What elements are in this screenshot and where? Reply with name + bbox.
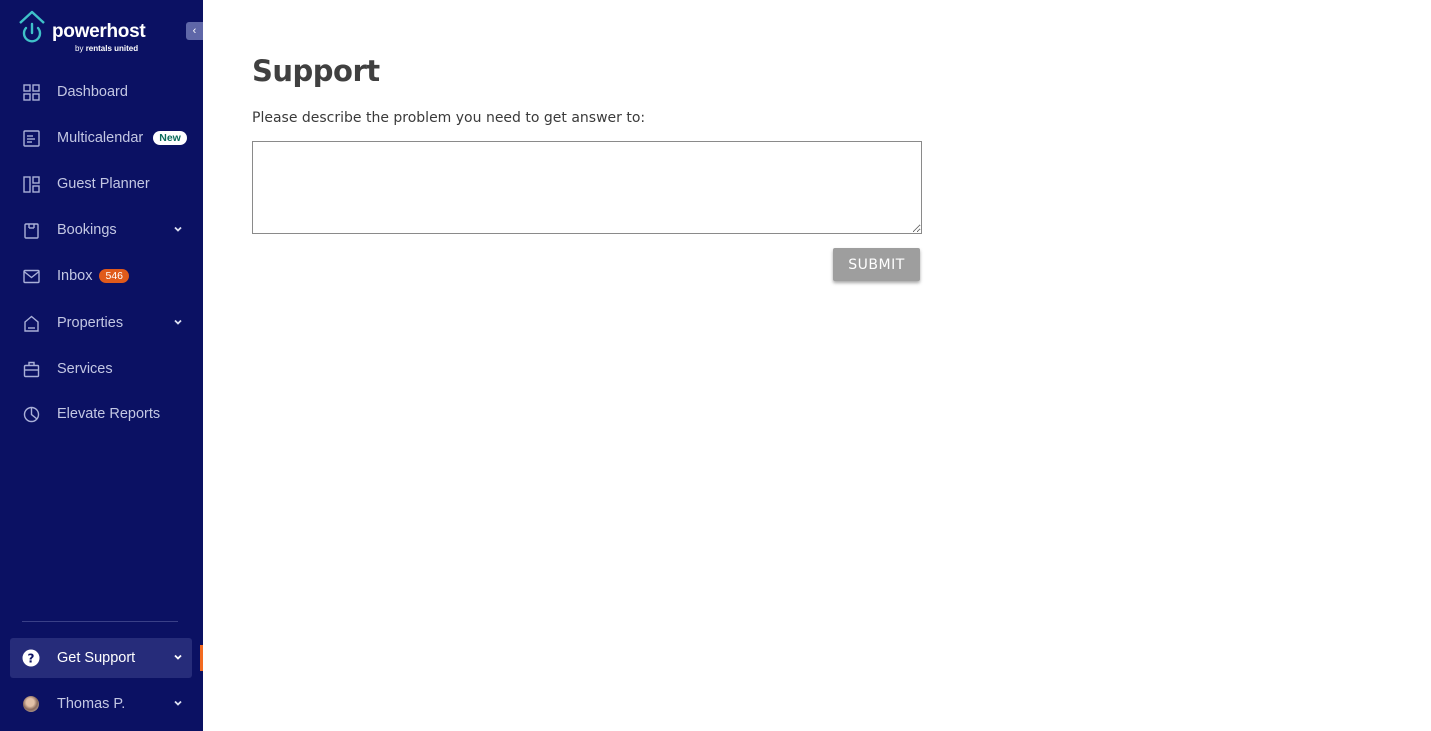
sidebar-item-label: Multicalendar: [57, 130, 144, 146]
sidebar-item-label: Elevate Reports: [57, 406, 161, 422]
briefcase-icon: [22, 360, 40, 378]
planner-layout-icon: [22, 175, 40, 193]
page-title: Support: [252, 54, 380, 88]
sidebar-item-multicalendar[interactable]: Multicalendar New: [10, 118, 192, 158]
support-message-textarea[interactable]: [252, 141, 922, 234]
sidebar-item-guest-planner[interactable]: Guest Planner: [10, 164, 192, 204]
sidebar-item-inbox[interactable]: Inbox 546: [10, 256, 192, 296]
power-home-icon: [19, 10, 45, 43]
help-circle-icon: ?: [22, 649, 40, 667]
sidebar-item-label: Services: [57, 361, 113, 377]
chevron-down-icon: [174, 319, 182, 325]
sidebar-item-bookings[interactable]: Bookings: [10, 210, 192, 250]
chevron-down-icon: [174, 700, 182, 706]
active-indicator: [200, 645, 203, 671]
mail-icon: [22, 267, 40, 285]
support-prompt-label: Please describe the problem you need to …: [252, 110, 646, 126]
sidebar-item-label: Get Support: [57, 650, 136, 666]
chevron-down-icon: [174, 654, 182, 660]
dashboard-grid-icon: [22, 83, 40, 101]
collapse-sidebar-button[interactable]: ‹: [186, 22, 203, 40]
brand-subtitle: by rentals united: [75, 44, 139, 53]
sidebar: powerhost by rentals united ‹ Dashboard …: [0, 0, 203, 731]
sidebar-item-label: Guest Planner: [57, 176, 150, 192]
avatar: [22, 695, 40, 713]
chevron-down-icon: [174, 226, 182, 232]
unread-count-badge: 546: [99, 269, 130, 283]
sidebar-item-label: Bookings: [57, 222, 117, 238]
home-icon: [22, 314, 40, 332]
svg-text:?: ?: [28, 652, 35, 666]
sidebar-item-elevate-reports[interactable]: Elevate Reports: [10, 394, 192, 434]
sidebar-item-services[interactable]: Services: [10, 349, 192, 389]
sidebar-item-user-menu[interactable]: Thomas P.: [10, 684, 192, 724]
submit-button[interactable]: SUBMIT: [833, 248, 920, 281]
powerhost-logo[interactable]: powerhost by rentals united: [17, 10, 157, 58]
sidebar-item-label: Properties: [57, 315, 124, 331]
sidebar-item-properties[interactable]: Properties: [10, 303, 192, 343]
pie-chart-icon: [22, 405, 40, 423]
new-badge: New: [153, 131, 187, 145]
sidebar-item-get-support[interactable]: ? Get Support: [10, 638, 192, 678]
calendar-list-icon: [22, 129, 40, 147]
brand-name: powerhost: [52, 21, 146, 42]
sidebar-divider: [22, 621, 178, 622]
sidebar-item-label: Inbox: [57, 268, 93, 284]
user-name: Thomas P.: [57, 696, 126, 712]
sidebar-item-label: Dashboard: [57, 84, 128, 100]
clipboard-icon: [22, 221, 40, 239]
sidebar-item-dashboard[interactable]: Dashboard: [10, 72, 192, 112]
